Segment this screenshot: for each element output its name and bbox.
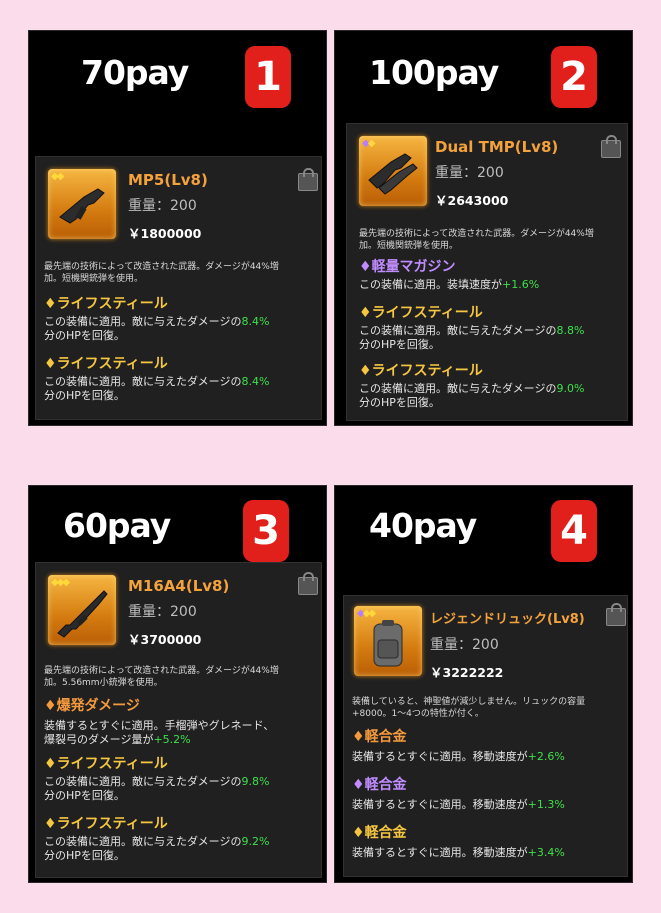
trait-description: この装備に適用。敵に与えたダメージの8.4% 分のHPを回復。 <box>44 315 270 342</box>
item-name: MP5(Lv8) <box>128 171 208 189</box>
trait-description: 装備するとすぐに適用。手榴弾やグレネード、 爆裂弓のダメージ量が+5.2% <box>44 719 275 746</box>
item-name: M16A4(Lv8) <box>128 577 230 595</box>
offer-panel-4[interactable]: 40pay 4 ◆◆◆ レジェンドリュック(Lv8) 重量：200 ￥32222… <box>334 485 633 883</box>
lock-icon[interactable] <box>601 135 621 158</box>
offer-panel-2[interactable]: 100pay 2 ◆◆ Dual TMP(Lv8) 重量：200 ￥264300… <box>334 30 633 426</box>
price-label: 40pay <box>369 506 477 545</box>
item-weight: 重量：200 <box>435 165 504 181</box>
trait-title: ♦軽量マガジン <box>359 259 456 275</box>
item-description: 装備していると、神聖値が減少しません。リュックの容量 +8000。1〜4つの特性が… <box>352 697 586 719</box>
trait-description: この装備に適用。敵に与えたダメージの9.2% 分のHPを回復。 <box>44 835 270 862</box>
trait-description: 装備するとすぐに適用。移動速度が+2.6% <box>352 750 565 763</box>
item-price: ￥3222222 <box>430 665 504 680</box>
diamond-icon: ♦ <box>44 816 57 832</box>
item-weight: 重量：200 <box>430 637 499 653</box>
item-name: Dual TMP(Lv8) <box>435 138 559 156</box>
item-description: 最先端の技術によって改造された武器。ダメージが44%増 加。短機関銃弾を使用。 <box>359 229 594 251</box>
diamond-icon: ♦ <box>352 777 365 793</box>
diamond-icon: ♦ <box>359 259 372 275</box>
price-label: 60pay <box>63 506 171 545</box>
trait-title: ♦ライフスティール <box>359 305 483 321</box>
number-badge: 1 <box>245 46 291 108</box>
trait-description: 装備するとすぐに適用。移動速度が+1.3% <box>352 798 565 811</box>
diamond-icon: ♦ <box>44 296 57 312</box>
number-badge: 4 <box>551 500 597 562</box>
offer-panel-3[interactable]: 60pay 3 ◆◆◆ M16A4(Lv8) 重量：200 ￥3700000 最… <box>28 485 327 883</box>
item-card[interactable]: ◆◆◆ レジェンドリュック(Lv8) 重量：200 ￥3222222 装備してい… <box>343 595 628 877</box>
trait-title: ♦ライフスティール <box>44 296 168 312</box>
item-thumbnail: ◆◆ <box>48 169 116 239</box>
item-weight: 重量：200 <box>128 604 197 620</box>
item-weight: 重量：200 <box>128 198 197 214</box>
price-label: 100pay <box>369 53 499 92</box>
item-card[interactable]: ◆◆ MP5(Lv8) 重量：200 ￥1800000 最先端の技術によって改造… <box>35 156 322 420</box>
diamond-icon: ♦ <box>44 756 57 772</box>
diamond-icon: ♦ <box>352 825 365 841</box>
trait-title: ♦軽合金 <box>352 777 407 793</box>
trait-description: この装備に適用。敵に与えたダメージの8.4% 分のHPを回復。 <box>44 375 270 402</box>
diamond-icon: ♦ <box>359 305 372 321</box>
trait-description: この装備に適用。敵に与えたダメージの9.8% 分のHPを回復。 <box>44 775 270 802</box>
lock-icon[interactable] <box>298 168 318 191</box>
item-thumbnail: ◆◆◆ <box>48 575 116 645</box>
item-price: ￥1800000 <box>128 226 202 241</box>
trait-title: ♦軽合金 <box>352 729 407 745</box>
trait-description: この装備に適用。装填速度が+1.6% <box>359 278 540 291</box>
diamond-icon: ♦ <box>359 363 372 379</box>
lock-icon[interactable] <box>298 572 318 595</box>
trait-description: この装備に適用。敵に与えたダメージの9.0% 分のHPを回復。 <box>359 382 585 409</box>
item-card[interactable]: ◆◆◆ M16A4(Lv8) 重量：200 ￥3700000 最先端の技術によっ… <box>35 562 322 878</box>
diamond-icon: ♦ <box>44 698 57 714</box>
smg-icon <box>59 188 105 224</box>
item-thumbnail: ◆◆◆ <box>354 606 422 676</box>
trait-title: ♦ライフスティール <box>359 363 483 379</box>
smg-icon <box>368 153 418 195</box>
lock-icon[interactable] <box>606 603 626 626</box>
trait-title: ♦ライフスティール <box>44 816 168 832</box>
backpack-icon <box>373 620 403 667</box>
trait-description: この装備に適用。敵に与えたダメージの8.8% 分のHPを回復。 <box>359 324 585 351</box>
item-thumbnail: ◆◆ <box>359 136 427 206</box>
item-description: 最先端の技術によって改造された武器。ダメージが44%増 加。短機関銃弾を使用。 <box>44 262 279 284</box>
trait-title: ♦ライフスティール <box>44 356 168 372</box>
trait-title: ♦軽合金 <box>352 825 407 841</box>
item-name: レジェンドリュック(Lv8) <box>430 612 585 627</box>
offer-panel-1[interactable]: 70pay 1 ◆◆ MP5(Lv8) 重量：200 ￥1800000 最先端の… <box>28 30 327 426</box>
trait-title: ♦ライフスティール <box>44 756 168 772</box>
item-description: 最先端の技術によって改造された武器。ダメージが44%増 加。5.56mm小銃弾を使… <box>44 666 279 688</box>
price-label: 70pay <box>81 53 189 92</box>
number-badge: 3 <box>243 500 289 562</box>
trait-description: 装備するとすぐに適用。移動速度が+3.4% <box>352 846 565 859</box>
item-card[interactable]: ◆◆ Dual TMP(Lv8) 重量：200 ￥2643000 最先端の技術に… <box>346 123 628 421</box>
item-price: ￥2643000 <box>435 193 509 208</box>
diamond-icon: ♦ <box>44 356 57 372</box>
trait-title: ♦爆発ダメージ <box>44 698 140 714</box>
number-badge: 2 <box>551 46 597 108</box>
rifle-icon <box>57 590 108 638</box>
diamond-icon: ♦ <box>352 729 365 745</box>
item-price: ￥3700000 <box>128 632 202 647</box>
